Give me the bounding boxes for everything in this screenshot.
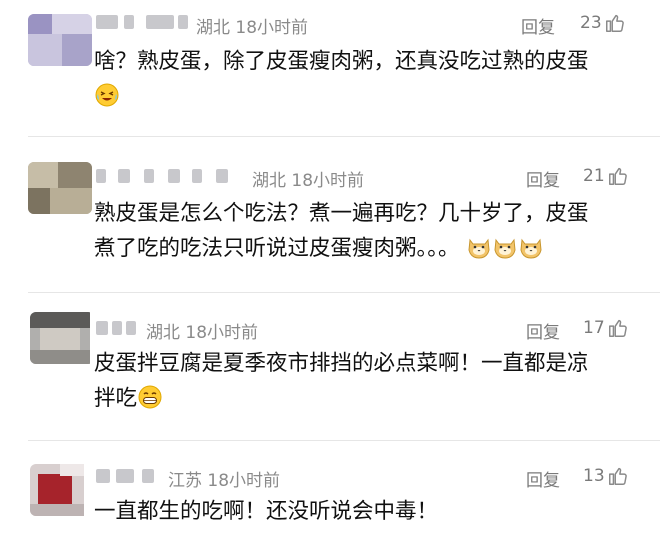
thumbs-up-icon[interactable] [607, 317, 629, 339]
comment-meta: 江苏 18小时前 [168, 466, 280, 491]
location: 江苏 [168, 471, 202, 491]
comment-text: 熟皮蛋是怎么个吃法？煮一遍再吃？几十岁了，皮蛋 煮了吃的吃法只听说过皮蛋瘦肉粥。… [94, 196, 589, 266]
comment-text: 啥？熟皮蛋，除了皮蛋瘦肉粥，还真没吃过熟的皮蛋 [94, 44, 589, 114]
comment-text: 一直都生的吃啊！还没听说会中毒！ [94, 494, 438, 529]
location: 湖北 [146, 323, 180, 343]
location: 湖北 [196, 18, 230, 38]
comment-meta: 湖北 18小时前 [146, 318, 258, 343]
avatar[interactable] [28, 162, 92, 214]
avatar[interactable] [30, 464, 94, 516]
location: 湖北 [252, 171, 286, 191]
avatar[interactable] [30, 312, 94, 364]
comment-line: 拌吃 [94, 386, 138, 411]
divider [28, 440, 660, 441]
reply-button[interactable]: 回复 [526, 318, 560, 343]
username-blurred[interactable] [96, 12, 191, 34]
username-blurred[interactable] [96, 166, 246, 188]
comment-text: 皮蛋拌豆腐是夏季夜市排挡的必点菜啊！一直都是凉 拌吃 [94, 346, 589, 416]
like-count: 13 [583, 466, 605, 486]
thumbs-up-icon[interactable] [604, 12, 626, 34]
timestamp: 18小时前 [291, 171, 365, 191]
timestamp: 18小时前 [235, 18, 309, 38]
comment-line: 一直都生的吃啊！还没听说会中毒！ [94, 499, 439, 524]
username-blurred[interactable] [96, 318, 138, 340]
thumbs-up-icon[interactable] [607, 465, 629, 487]
comment-meta: 湖北 18小时前 [252, 166, 364, 191]
grin-emoji-icon [138, 385, 162, 409]
timestamp: 18小时前 [185, 323, 259, 343]
doge-emoji-icon [520, 238, 542, 259]
reply-button[interactable]: 回复 [526, 166, 560, 191]
username-blurred[interactable] [96, 466, 158, 488]
comment-line: 皮蛋拌豆腐是夏季夜市排挡的必点菜啊！一直都是凉 [94, 351, 589, 376]
comment-line: 熟皮蛋是怎么个吃法？煮一遍再吃？几十岁了，皮蛋 [94, 201, 589, 226]
doge-emoji-icon [468, 238, 490, 259]
comment-line: 啥？熟皮蛋，除了皮蛋瘦肉粥，还真没吃过熟的皮蛋 [94, 49, 589, 74]
comment-line: 煮了吃的吃法只听说过皮蛋瘦肉粥。。。 [94, 236, 460, 261]
divider [28, 292, 660, 293]
reply-button[interactable]: 回复 [521, 13, 555, 38]
avatar[interactable] [28, 14, 92, 66]
thumbs-up-icon[interactable] [607, 165, 629, 187]
divider [28, 136, 660, 137]
like-count: 21 [583, 166, 605, 186]
laughing-tears-emoji-icon [95, 83, 119, 107]
timestamp: 18小时前 [207, 471, 281, 491]
like-count: 23 [580, 13, 602, 33]
comment-meta: 湖北 18小时前 [196, 13, 308, 38]
like-count: 17 [583, 318, 605, 338]
reply-button[interactable]: 回复 [526, 466, 560, 491]
doge-emoji-icon [494, 238, 516, 259]
